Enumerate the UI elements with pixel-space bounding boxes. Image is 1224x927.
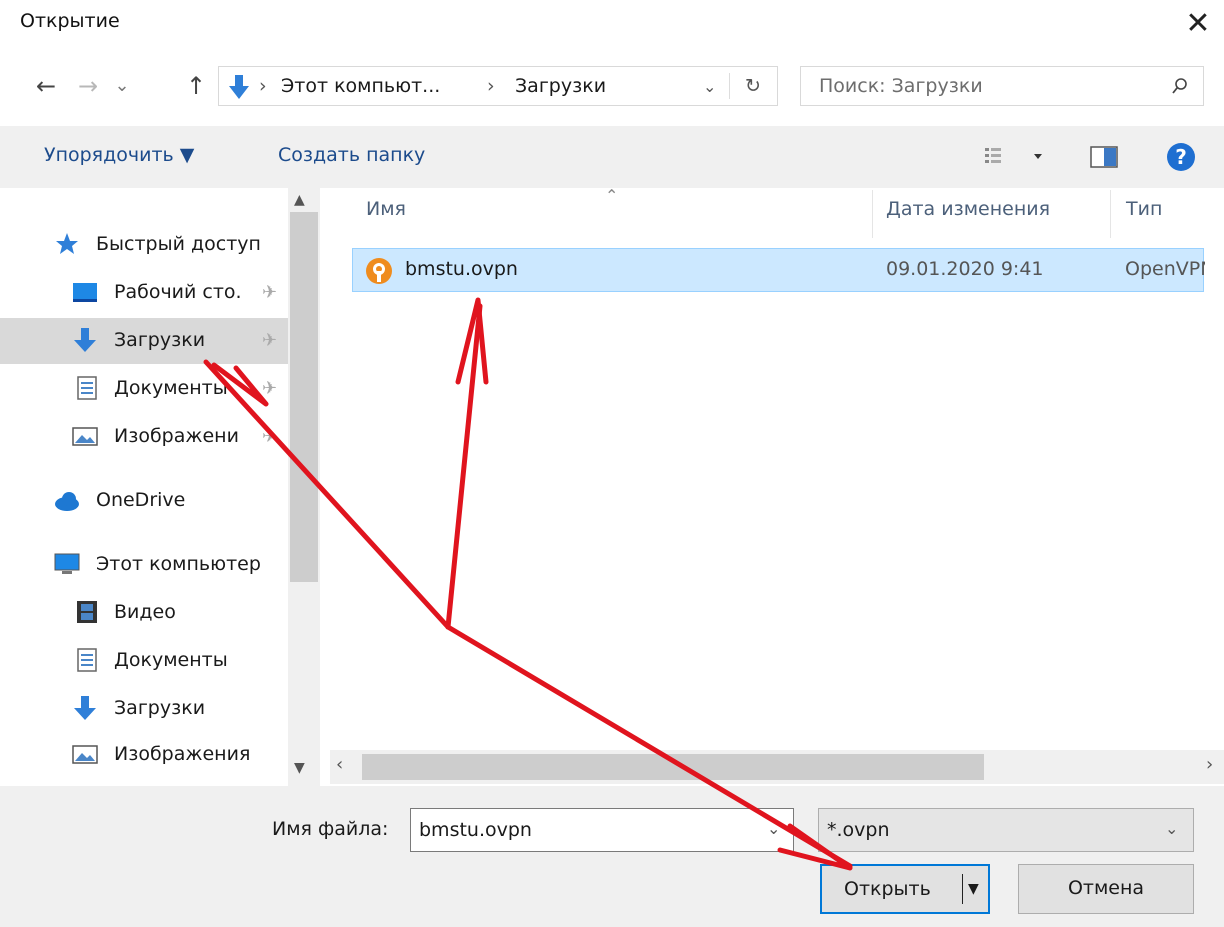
- desktop-icon: [73, 283, 97, 302]
- download-arrow-icon: [74, 696, 96, 720]
- sidebar-item-downloads[interactable]: Загрузки ✈: [0, 318, 290, 364]
- sidebar-item-quick-access[interactable]: Быстрый доступ: [0, 222, 290, 268]
- document-icon: [77, 648, 97, 672]
- forward-arrow-icon[interactable]: →: [70, 66, 106, 106]
- new-folder-button[interactable]: Создать папку: [278, 144, 425, 166]
- view-options-icon[interactable]: [984, 146, 1044, 168]
- back-arrow-icon[interactable]: ←: [28, 66, 64, 106]
- up-arrow-icon[interactable]: ↑: [178, 66, 214, 106]
- column-header-type[interactable]: Тип: [1126, 198, 1162, 234]
- file-row[interactable]: bmstu.ovpn 09.01.2020 9:41 OpenVPN: [352, 248, 1205, 292]
- preview-pane-icon[interactable]: [1090, 145, 1120, 169]
- column-header-name[interactable]: Имя: [366, 198, 406, 234]
- address-bar[interactable]: › Этот компьют... › Загрузки ⌄ ↻: [218, 66, 778, 106]
- file-name: bmstu.ovpn: [405, 258, 518, 280]
- file-type: OpenVPN: [1125, 258, 1205, 280]
- sidebar-item-label: Документы: [114, 377, 228, 399]
- scroll-right-arrow-icon[interactable]: ›: [1206, 754, 1213, 775]
- image-icon: [72, 427, 98, 446]
- scroll-up-arrow-icon[interactable]: ▲: [294, 192, 305, 208]
- sidebar-item-label: Изображения: [114, 743, 251, 765]
- sidebar-item-pictures[interactable]: Изображени ✈: [0, 414, 290, 460]
- address-dropdown-chevron-icon[interactable]: ⌄: [703, 77, 716, 96]
- recent-locations-chevron-icon[interactable]: ⌄: [106, 66, 138, 106]
- pin-icon[interactable]: ✈: [262, 330, 277, 351]
- window-title: Открытие: [20, 10, 120, 32]
- search-box[interactable]: Поиск: Загрузки: [800, 66, 1204, 106]
- search-icon[interactable]: [1171, 77, 1189, 95]
- computer-icon: [54, 553, 80, 574]
- image-icon: [72, 745, 98, 764]
- sidebar-item-label: OneDrive: [96, 489, 186, 511]
- scrollbar-thumb[interactable]: [362, 754, 984, 780]
- annotation-arrow-line: [445, 303, 483, 630]
- sort-ascending-icon: ⌃: [605, 186, 619, 205]
- close-icon[interactable]: ✕: [1178, 4, 1218, 44]
- sidebar-item-video[interactable]: Видео: [0, 590, 290, 636]
- chevron-down-icon[interactable]: ⌄: [1165, 819, 1178, 838]
- svg-text:?: ?: [1175, 145, 1187, 169]
- chevron-down-icon[interactable]: ⌄: [767, 819, 780, 838]
- sidebar-item-desktop[interactable]: Рабочий сто. ✈: [0, 270, 290, 316]
- file-date: 09.01.2020 9:41: [886, 258, 1044, 280]
- sidebar-item-documents-pc[interactable]: Документы: [0, 638, 290, 684]
- filename-field[interactable]: bmstu.ovpn ⌄: [410, 808, 794, 852]
- filetype-select[interactable]: *.ovpn ⌄: [818, 808, 1194, 852]
- sidebar-item-documents[interactable]: Документы ✈: [0, 366, 290, 412]
- filename-value: bmstu.ovpn: [419, 819, 532, 841]
- pin-icon[interactable]: ✈: [262, 426, 277, 447]
- breadcrumb-separator: ›: [487, 75, 495, 97]
- pin-icon[interactable]: ✈: [262, 282, 277, 303]
- sidebar-item-label: Видео: [114, 601, 176, 623]
- star-icon: [56, 233, 78, 254]
- scrollbar-thumb[interactable]: [290, 212, 318, 582]
- sidebar-item-onedrive[interactable]: OneDrive: [0, 478, 290, 524]
- open-button-label: Открыть: [844, 878, 931, 900]
- scroll-left-arrow-icon[interactable]: ‹: [336, 754, 343, 775]
- sidebar-item-label: Этот компьютер: [96, 553, 261, 575]
- cancel-button[interactable]: Отмена: [1018, 864, 1194, 914]
- sidebar-item-label: Документы: [114, 649, 228, 671]
- scroll-down-arrow-icon[interactable]: ▼: [294, 760, 305, 776]
- download-arrow-icon: [74, 328, 96, 352]
- breadcrumb-item[interactable]: Этот компьют...: [281, 75, 440, 97]
- breadcrumb-item[interactable]: Загрузки: [515, 75, 606, 97]
- sidebar-item-label: Рабочий сто.: [114, 281, 242, 303]
- cloud-icon: [55, 492, 79, 511]
- pin-icon[interactable]: ✈: [262, 378, 277, 399]
- open-button[interactable]: Открыть ▼: [820, 864, 990, 914]
- video-icon: [77, 601, 97, 623]
- sidebar-item-label: Быстрый доступ: [96, 233, 261, 255]
- refresh-icon[interactable]: ↻: [745, 75, 761, 97]
- sidebar-item-label: Загрузки: [114, 329, 206, 351]
- document-icon: [77, 376, 97, 400]
- open-split-dropdown-icon[interactable]: ▼: [968, 866, 979, 912]
- column-header-date[interactable]: Дата изменения: [886, 198, 1050, 234]
- download-arrow-icon: [229, 75, 249, 99]
- organize-button[interactable]: Упорядочить ▼: [44, 144, 194, 166]
- annotation-arrowhead: [455, 297, 489, 385]
- search-input[interactable]: Поиск: Загрузки: [819, 75, 983, 97]
- help-icon[interactable]: ?: [1166, 142, 1196, 172]
- openvpn-file-icon: [366, 258, 392, 284]
- sidebar-item-label: Изображени: [114, 425, 239, 447]
- filename-label: Имя файла:: [272, 818, 389, 840]
- breadcrumb-separator: ›: [259, 75, 267, 97]
- sidebar-item-label: Загрузки: [114, 697, 206, 719]
- sidebar-item-pictures-pc[interactable]: Изображения: [0, 732, 290, 778]
- filetype-value: *.ovpn: [827, 819, 890, 841]
- sidebar-item-this-pc[interactable]: Этот компьютер: [0, 542, 290, 588]
- sidebar-item-downloads-pc[interactable]: Загрузки: [0, 686, 290, 732]
